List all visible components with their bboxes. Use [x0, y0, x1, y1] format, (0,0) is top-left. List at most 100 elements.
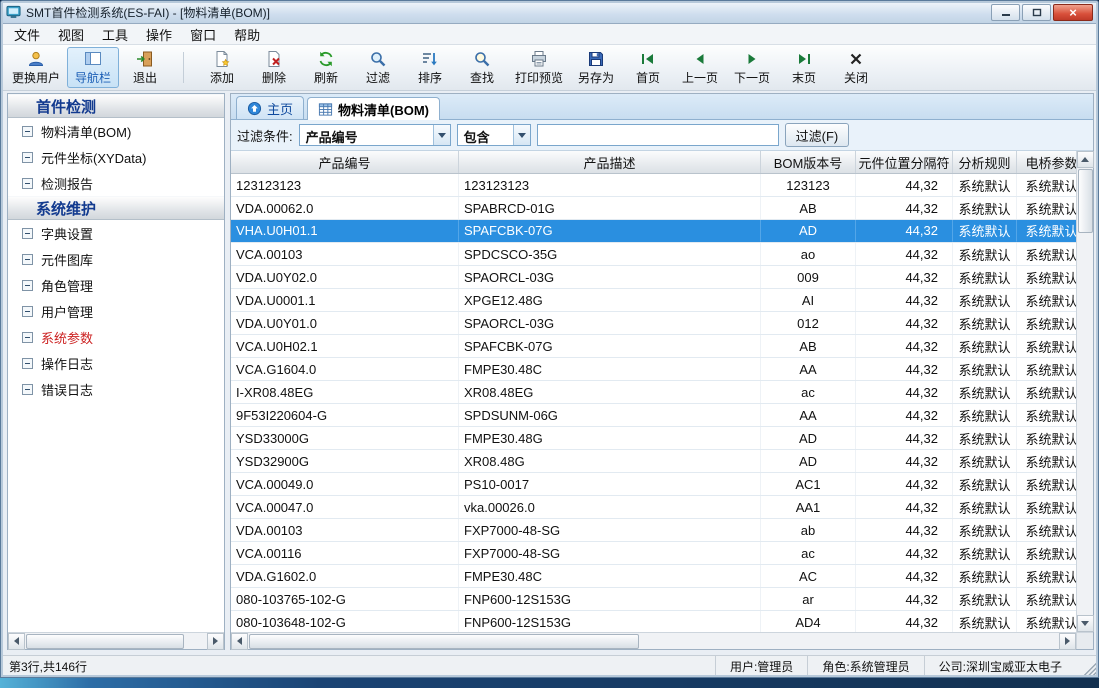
sidebar-item-inspect-report[interactable]: 检测报告 — [8, 170, 224, 196]
scrollbar-thumb[interactable] — [249, 634, 639, 649]
table-cell: SPAFCBK-07G — [459, 335, 761, 357]
table-row[interactable]: VDA.U0Y02.0SPAORCL-03G00944,32系统默认系统默认 — [231, 266, 1076, 289]
column-header-1[interactable]: 产品描述 — [459, 151, 761, 173]
column-header-0[interactable]: 产品编号 — [231, 151, 459, 173]
toolbar-first-page-button[interactable]: 首页 — [622, 47, 674, 88]
sidebar-item-component-library[interactable]: 元件图库 — [8, 246, 224, 272]
table-cell: 44,32 — [856, 611, 953, 632]
menu-view[interactable]: 视图 — [49, 23, 93, 46]
toolbar-next-page-button[interactable]: 下一页 — [726, 47, 778, 88]
toolbar-refresh-button[interactable]: 刷新 — [300, 47, 352, 88]
sidebar-section-first-article[interactable]: 首件检测 — [8, 94, 224, 118]
toolbar-prev-page-button[interactable]: 上一页 — [674, 47, 726, 88]
sidebar-item-bom-list[interactable]: 物料清单(BOM) — [8, 118, 224, 144]
sidebar-item-system-params[interactable]: 系统参数 — [8, 324, 224, 350]
table-row[interactable]: I-XR08.48EGXR08.48EGac44,32系统默认系统默认 — [231, 381, 1076, 404]
resize-grip[interactable] — [1080, 661, 1096, 677]
title-bar[interactable]: SMT首件检测系统(ES-FAI) - [物料清单(BOM)] × — [1, 1, 1098, 24]
sidebar-item-operation-log[interactable]: 操作日志 — [8, 350, 224, 376]
sidebar-horizontal-scrollbar[interactable] — [8, 632, 224, 649]
column-header-3[interactable]: 元件位置分隔符 — [856, 151, 953, 173]
tab-home[interactable]: 主页 — [236, 96, 304, 119]
toolbar-nav-panel-button[interactable]: 导航栏 — [67, 47, 119, 88]
table-row[interactable]: 080-103765-102-GFNP600-12S153Gar44,32系统默… — [231, 588, 1076, 611]
toolbar-add-button[interactable]: 添加 — [196, 47, 248, 88]
table-cell: 系统默认 — [953, 312, 1017, 334]
chevron-down-icon[interactable] — [513, 125, 530, 145]
table-cell: ao — [761, 243, 856, 265]
table-cell: PS10-0017 — [459, 473, 761, 495]
table-row[interactable]: VCA.00103SPDCSCO-35Gao44,32系统默认系统默认 — [231, 243, 1076, 266]
toolbar-switch-user-button[interactable]: 更换用户 — [5, 47, 67, 88]
table-cell: AB — [761, 335, 856, 357]
filter-operator-select[interactable]: 包含 — [457, 124, 531, 146]
menu-operate[interactable]: 操作 — [137, 23, 181, 46]
tree-node-icon — [22, 178, 33, 189]
table-row[interactable]: VCA.00049.0PS10-0017AC144,32系统默认系统默认 — [231, 473, 1076, 496]
table-row[interactable]: VDA.G1602.0FMPE30.48CAC44,32系统默认系统默认 — [231, 565, 1076, 588]
sidebar-item-user-mgmt[interactable]: 用户管理 — [8, 298, 224, 324]
table-row[interactable]: 12312312312312312312312344,32系统默认系统默认 — [231, 174, 1076, 197]
table-row[interactable]: VCA.U0H02.1SPAFCBK-07GAB44,32系统默认系统默认 — [231, 335, 1076, 358]
column-header-2[interactable]: BOM版本号 — [761, 151, 856, 173]
table-row[interactable]: YSD32900GXR08.48GAD44,32系统默认系统默认 — [231, 450, 1076, 473]
vertical-scrollbar[interactable] — [1076, 151, 1093, 632]
filter-apply-button[interactable]: 过滤(F) — [785, 123, 850, 147]
scroll-down-icon[interactable] — [1077, 615, 1094, 632]
table-row[interactable]: 9F53I220604-GSPDSUNM-06GAA44,32系统默认系统默认 — [231, 404, 1076, 427]
table-cell: 44,32 — [856, 174, 953, 196]
sidebar-item-xy-data[interactable]: 元件坐标(XYData) — [8, 144, 224, 170]
sidebar-section-system-maintenance[interactable]: 系统维护 — [8, 196, 224, 220]
table-row[interactable]: VCA.00116FXP7000-48-SGac44,32系统默认系统默认 — [231, 542, 1076, 565]
sidebar-item-error-log[interactable]: 错误日志 — [8, 376, 224, 402]
sidebar-item-role-mgmt[interactable]: 角色管理 — [8, 272, 224, 298]
table-row[interactable]: YSD33000GFMPE30.48GAD44,32系统默认系统默认 — [231, 427, 1076, 450]
toolbar-sort-button[interactable]: 排序 — [404, 47, 456, 88]
next-icon — [743, 49, 761, 68]
table-row[interactable]: VDA.00103FXP7000-48-SGab44,32系统默认系统默认 — [231, 519, 1076, 542]
menu-tools[interactable]: 工具 — [93, 23, 137, 46]
toolbar-last-page-button[interactable]: 末页 — [778, 47, 830, 88]
maximize-button[interactable] — [1022, 4, 1051, 21]
table-cell: 系统默认 — [1017, 588, 1076, 610]
scroll-left-icon[interactable] — [231, 633, 248, 650]
scroll-up-icon[interactable] — [1077, 151, 1094, 168]
table-row[interactable]: VCA.00047.0vka.00026.0AA144,32系统默认系统默认 — [231, 496, 1076, 519]
toolbar-print-preview-button[interactable]: 打印预览 — [508, 47, 570, 88]
table-cell: 系统默认 — [1017, 312, 1076, 334]
table-row[interactable]: VCA.G1604.0FMPE30.48CAA44,32系统默认系统默认 — [231, 358, 1076, 381]
scroll-right-icon[interactable] — [207, 633, 224, 650]
toolbar-save-as-button[interactable]: 另存为 — [570, 47, 622, 88]
table-cell: ac — [761, 542, 856, 564]
filter-operator-value: 包含 — [458, 125, 513, 145]
scroll-right-icon[interactable] — [1059, 633, 1076, 650]
toolbar-close-button[interactable]: 关闭 — [830, 47, 882, 88]
filter-text-input[interactable] — [537, 124, 779, 146]
table-cell: AD4 — [761, 611, 856, 632]
column-header-4[interactable]: 分析规则 — [953, 151, 1017, 173]
scrollbar-thumb[interactable] — [1078, 169, 1093, 233]
table-row[interactable]: VDA.U0Y01.0SPAORCL-03G01244,32系统默认系统默认 — [231, 312, 1076, 335]
sidebar-item-dictionary[interactable]: 字典设置 — [8, 220, 224, 246]
column-header-5[interactable]: 电桥参数 — [1017, 151, 1076, 173]
table-row[interactable]: VDA.00062.0SPABRCD-01GAB44,32系统默认系统默认 — [231, 197, 1076, 220]
toolbar-find-button[interactable]: 查找 — [456, 47, 508, 88]
menu-window[interactable]: 窗口 — [181, 23, 225, 46]
chevron-down-icon[interactable] — [433, 125, 450, 145]
toolbar-delete-button[interactable]: 删除 — [248, 47, 300, 88]
menu-file[interactable]: 文件 — [5, 23, 49, 46]
filter-field-select[interactable]: 产品编号 — [299, 124, 451, 146]
scrollbar-thumb[interactable] — [26, 634, 184, 649]
table-row[interactable]: 080-103648-102-GFNP600-12S153GAD444,32系统… — [231, 611, 1076, 632]
tab-bom[interactable]: 物料清单(BOM) — [307, 97, 440, 120]
toolbar-exit-button[interactable]: 退出 — [119, 47, 171, 88]
scroll-left-icon[interactable] — [8, 633, 25, 650]
table-row[interactable]: VDA.U0001.1XPGE12.48GAI44,32系统默认系统默认 — [231, 289, 1076, 312]
horizontal-scrollbar[interactable] — [231, 633, 1076, 649]
menu-help[interactable]: 帮助 — [225, 23, 269, 46]
table-cell: VDA.U0Y02.0 — [231, 266, 459, 288]
minimize-button[interactable] — [991, 4, 1020, 21]
toolbar-filter-button[interactable]: 过滤 — [352, 47, 404, 88]
close-button[interactable]: × — [1053, 4, 1093, 21]
table-row[interactable]: VHA.U0H01.1SPAFCBK-07GAD44,32系统默认系统默认 — [231, 220, 1076, 243]
